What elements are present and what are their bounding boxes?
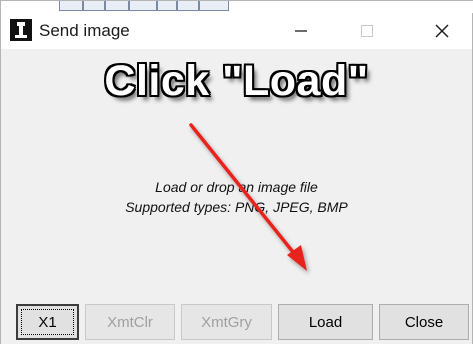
pointer-arrow-icon — [189, 123, 307, 271]
minimize-icon — [295, 30, 307, 32]
send-image-window: Send image Load or drop an image file Su… — [0, 0, 473, 344]
background-toolbar-fragment — [157, 1, 177, 11]
background-toolbar-fragment — [177, 1, 199, 11]
load-button[interactable]: Load — [278, 304, 373, 340]
xmtclr-button: XmtClr — [85, 304, 175, 340]
background-toolbar-fragment — [199, 1, 229, 11]
minimize-button[interactable] — [278, 13, 324, 49]
x1-button[interactable]: X1 — [16, 304, 79, 340]
background-toolbar-fragment — [129, 1, 157, 11]
focus-rectangle — [21, 309, 74, 335]
background-toolbar-fragment — [59, 1, 83, 11]
dialog-body: Load or drop an image file Supported typ… — [1, 49, 472, 344]
close-window-button[interactable] — [419, 13, 465, 49]
maximize-icon — [361, 25, 373, 37]
xmtgry-button-label: XmtGry — [201, 313, 252, 331]
close-button-label: Close — [404, 313, 444, 331]
maximize-button — [344, 13, 390, 49]
app-icon — [10, 19, 32, 41]
background-toolbar-fragment — [83, 1, 105, 11]
title-bar[interactable]: Send image — [1, 13, 472, 49]
close-button[interactable]: Close — [379, 304, 469, 340]
window-title: Send image — [39, 21, 130, 40]
xmtgry-button: XmtGry — [181, 304, 272, 340]
load-button-label: Load — [308, 313, 343, 331]
background-window-fragment — [1, 1, 473, 13]
background-toolbar-fragment — [105, 1, 129, 11]
close-icon — [435, 24, 449, 38]
xmtclr-button-label: XmtClr — [107, 313, 153, 331]
